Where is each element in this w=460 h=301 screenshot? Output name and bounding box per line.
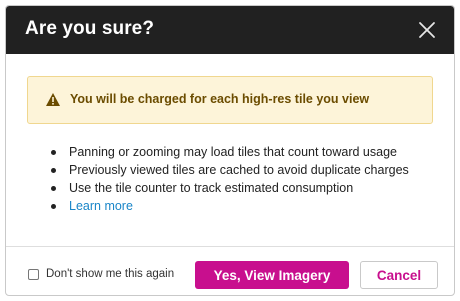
warning-icon [45, 92, 61, 107]
warning-banner: You will be charged for each high-res ti… [27, 76, 433, 124]
dont-show-again-label[interactable]: Don't show me this again [46, 268, 174, 280]
footer-divider [6, 246, 454, 247]
list-item: Use the tile counter to track estimated … [50, 179, 409, 197]
dont-show-again-option[interactable]: Don't show me this again [28, 268, 174, 280]
cancel-button[interactable]: Cancel [360, 261, 438, 289]
dont-show-again-checkbox[interactable] [28, 268, 39, 280]
list-item: Previously viewed tiles are cached to av… [50, 161, 409, 179]
dialog-title: Are you sure? [25, 18, 155, 39]
info-list: Panning or zooming may load tiles that c… [50, 143, 409, 215]
list-item-learn-more: Learn more [50, 197, 409, 215]
view-imagery-button[interactable]: Yes, View Imagery [195, 261, 349, 289]
close-icon[interactable] [418, 21, 436, 39]
learn-more-link[interactable]: Learn more [69, 199, 133, 213]
dialog-header: Are you sure? [6, 6, 454, 54]
list-item: Panning or zooming may load tiles that c… [50, 143, 409, 161]
confirm-dialog: Are you sure? You will be charged for ea… [5, 5, 455, 296]
warning-text: You will be charged for each high-res ti… [70, 92, 370, 106]
